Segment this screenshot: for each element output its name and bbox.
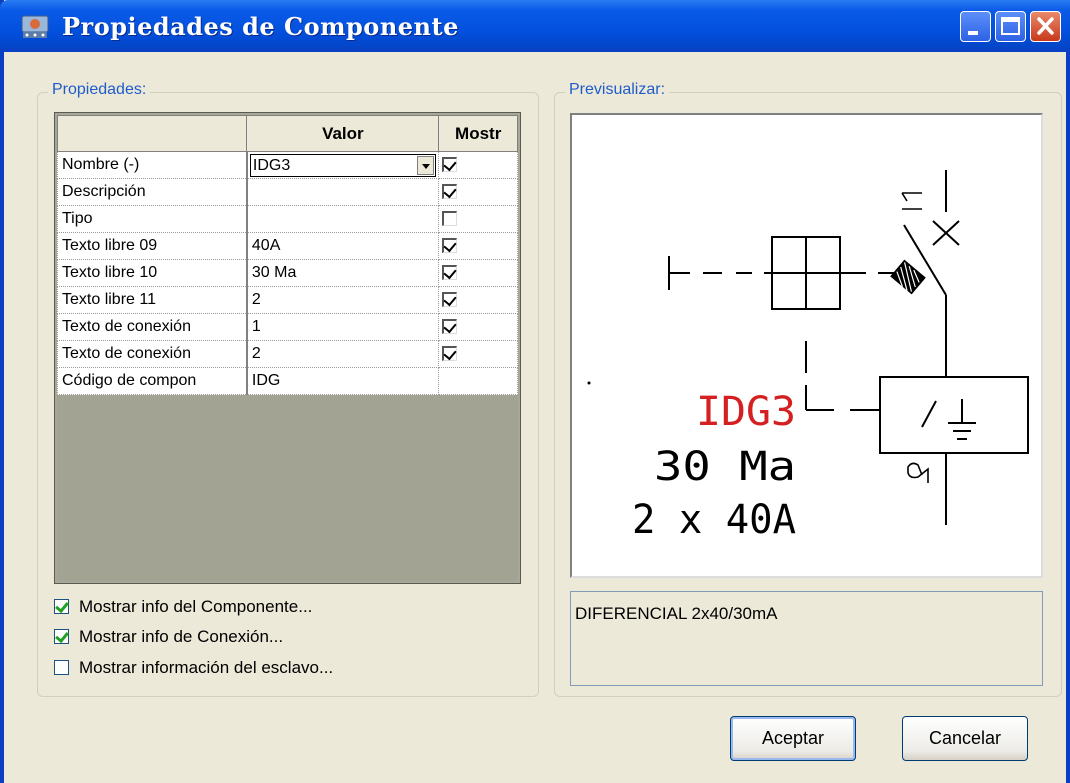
table-row[interactable]: Texto libre 10 30 Ma (56, 259, 518, 287)
show-checkbox[interactable] (442, 157, 458, 173)
show-checkbox[interactable] (442, 319, 458, 335)
properties-table: Valor Mostr Nombre (-) IDG3 Descripción (56, 115, 518, 395)
connection-info-checkbox[interactable] (54, 629, 69, 644)
dialog-window: Propiedades de Componente Propiedades: V… (0, 0, 1070, 783)
row-name: Código de compon (56, 367, 248, 395)
title-bar[interactable]: Propiedades de Componente (0, 0, 1070, 52)
maximize-icon (1001, 17, 1020, 35)
table-row[interactable]: Código de compon IDG (56, 367, 518, 395)
window-title: Propiedades de Componente (62, 12, 459, 41)
minimize-icon (968, 31, 978, 35)
row-value[interactable]: 30 Ma (246, 259, 440, 287)
table-row[interactable]: Texto de conexión 1 (56, 313, 518, 341)
option-label: Mostrar info del Componente... (79, 597, 313, 616)
nombre-value: IDG3 (252, 156, 291, 174)
row-value[interactable]: 2 (246, 286, 440, 314)
app-icon (21, 15, 49, 38)
minimize-button[interactable] (960, 11, 991, 42)
row-value[interactable] (246, 205, 440, 233)
symbol-line3-text: 2 x 40A (632, 497, 796, 543)
option-label: Mostrar info de Conexión... (79, 627, 284, 646)
slave-info-checkbox[interactable] (54, 660, 69, 675)
header-mostrar[interactable]: Mostr (438, 115, 518, 152)
show-checkbox[interactable] (442, 265, 458, 281)
option-slave-info[interactable]: Mostrar información del esclavo... (54, 658, 333, 680)
row-name: Texto libre 11 (56, 286, 248, 314)
close-button[interactable] (1030, 11, 1061, 42)
properties-group-label: Propiedades: (48, 81, 151, 99)
row-value[interactable]: 2 (246, 340, 440, 368)
row-name: Texto libre 09 (56, 232, 248, 260)
component-info-checkbox[interactable] (54, 599, 69, 614)
close-icon (1037, 17, 1054, 35)
row-value[interactable]: 1 (246, 313, 440, 341)
show-checkbox[interactable] (442, 346, 458, 362)
show-checkbox[interactable] (442, 184, 458, 200)
row-name: Texto de conexión (56, 313, 248, 341)
show-checkbox[interactable] (442, 211, 458, 227)
row-value[interactable]: 40A (246, 232, 440, 260)
option-connection-info[interactable]: Mostrar info de Conexión... (54, 627, 283, 649)
table-row[interactable]: Texto libre 09 40A (56, 232, 518, 260)
symbol-name-text: IDG3 (696, 389, 796, 435)
row-name: Tipo (56, 205, 248, 233)
option-component-info[interactable]: Mostrar info del Componente... (54, 597, 312, 619)
row-value[interactable] (246, 178, 440, 206)
row-name: Texto de conexión (56, 340, 248, 368)
table-row[interactable]: Texto libre 11 2 (56, 286, 518, 314)
row-name: Texto libre 10 (56, 259, 248, 287)
symbol-preview: IDG3 30 Ma 2 x 40A (570, 113, 1043, 578)
nombre-dropdown[interactable]: IDG3 (249, 153, 436, 177)
header-valor[interactable]: Valor (246, 115, 440, 152)
component-description: DIFERENCIAL 2x40/30mA (570, 591, 1043, 686)
maximize-button[interactable] (995, 11, 1026, 42)
cancel-button[interactable]: Cancelar (902, 716, 1028, 761)
option-label: Mostrar información del esclavo... (79, 658, 334, 677)
show-checkbox[interactable] (442, 292, 458, 308)
symbol-line2-text: 30 Ma (654, 444, 796, 490)
chevron-down-icon[interactable] (416, 155, 434, 175)
table-row[interactable]: Texto de conexión 2 (56, 340, 518, 368)
table-header: Valor Mostr (56, 115, 518, 152)
header-name (56, 115, 248, 152)
row-value[interactable]: IDG (246, 367, 440, 395)
table-row[interactable]: Tipo (56, 205, 518, 233)
row-name: Descripción (56, 178, 248, 206)
table-row[interactable]: Descripción (56, 178, 518, 206)
differential-switch-symbol: IDG3 30 Ma 2 x 40A (587, 170, 1029, 543)
preview-group-label: Previsualizar: (565, 81, 670, 99)
table-row[interactable]: Nombre (-) IDG3 (56, 151, 518, 179)
accept-button[interactable]: Aceptar (730, 716, 856, 761)
properties-grid[interactable]: Valor Mostr Nombre (-) IDG3 Descripción (54, 112, 521, 584)
show-checkbox[interactable] (442, 238, 458, 254)
row-name: Nombre (-) (56, 151, 248, 179)
